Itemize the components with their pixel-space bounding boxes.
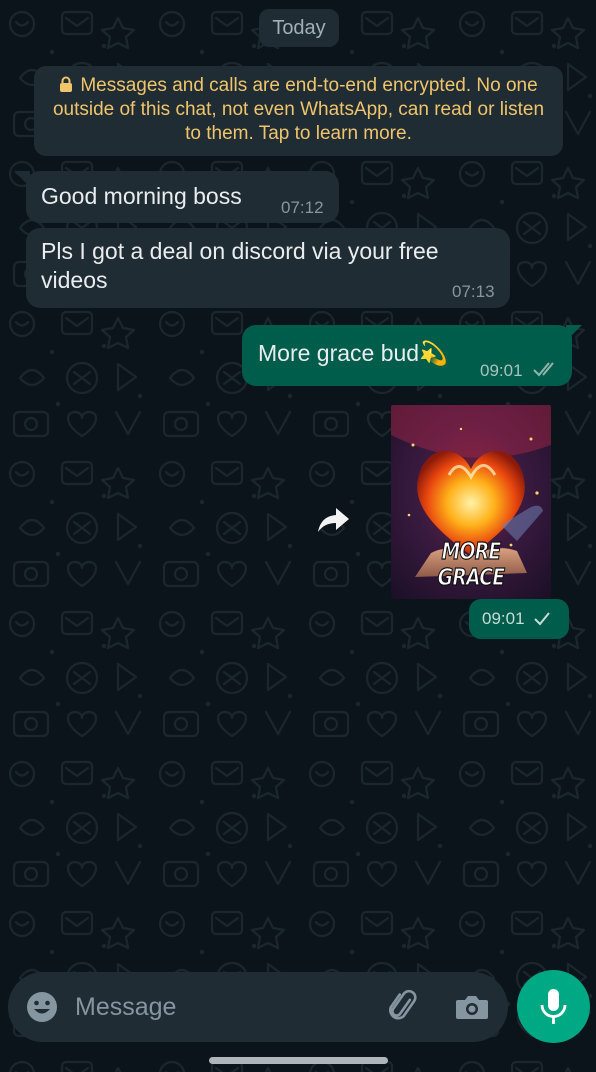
sticker-timestamp: 09:01 [469,599,569,639]
double-check-icon [533,362,554,377]
sticker-message[interactable]: MORE GRACE [391,405,551,599]
lock-icon [60,76,73,92]
encryption-notice-text: Messages and calls are end-to-end encryp… [52,75,545,144]
message-time: 09:01 [480,361,523,380]
camera-icon[interactable] [452,987,492,1027]
sticker-caption: MORE GRACE [437,538,505,591]
message-time: 07:12 [281,198,324,217]
paperclip-icon[interactable] [384,987,424,1027]
forward-icon[interactable] [311,496,357,542]
emoji-icon[interactable] [22,987,62,1027]
message-text: More grace bud💫 [258,339,448,368]
message-time: 07:13 [452,282,495,301]
message-time: 09:01 [482,609,525,628]
incoming-message[interactable]: Pls I got a deal on discord via your fre… [26,228,510,308]
single-check-icon [534,612,550,626]
date-separator: Today [259,9,339,47]
message-text-content: More grace bud [258,340,420,366]
encryption-notice[interactable]: Messages and calls are end-to-end encryp… [34,66,563,156]
incoming-message[interactable]: Good morning boss 07:12 [26,171,339,223]
message-input[interactable] [75,986,365,1028]
dizzy-emoji: 💫 [419,340,448,366]
voice-record-button[interactable] [517,970,590,1043]
message-text: Pls I got a deal on discord via your fre… [41,238,439,293]
home-indicator[interactable] [209,1057,388,1064]
message-composer [8,972,508,1042]
outgoing-message[interactable]: More grace bud💫 09:01 [242,325,572,386]
microphone-icon [540,989,567,1024]
message-text: Good morning boss [41,183,242,209]
